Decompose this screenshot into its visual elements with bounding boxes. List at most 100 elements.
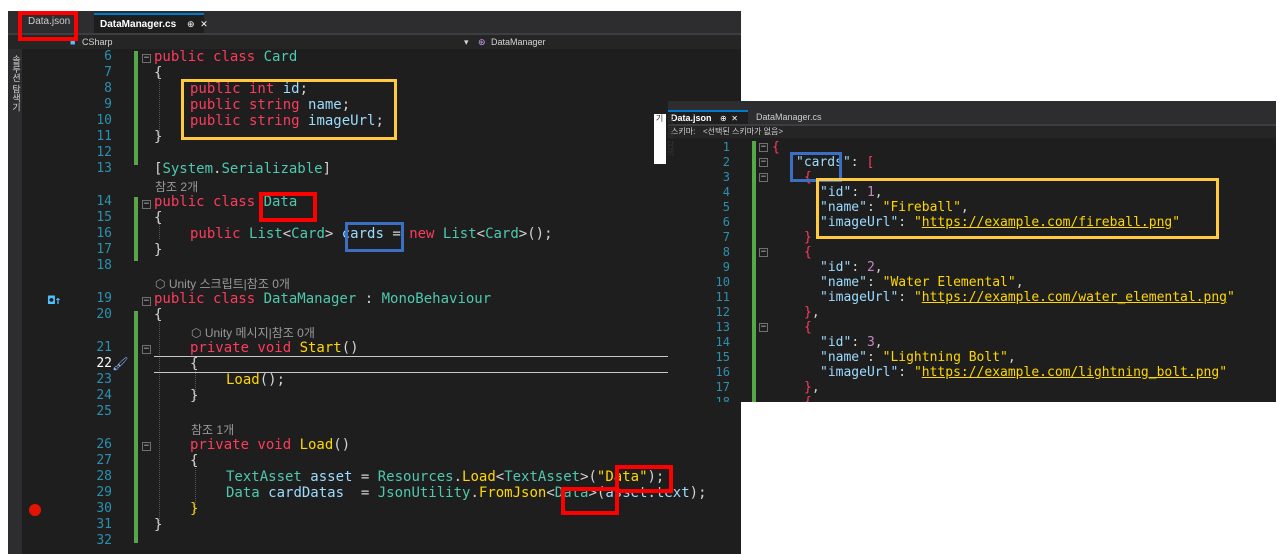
collapse-toggle[interactable]: − [759, 248, 768, 257]
right-solution-explorer-strip[interactable]: 솔루션 탐색기 [654, 114, 675, 164]
line-number: 13 [715, 320, 730, 334]
collapse-toggle[interactable]: − [759, 143, 768, 152]
close-icon[interactable]: ✕ [731, 114, 738, 123]
line-number: 18 [715, 395, 730, 402]
line-number: 3 [722, 170, 730, 184]
line-number: 24 [96, 388, 112, 403]
tab-datamanager-cs[interactable]: DataManager.cs [756, 112, 822, 122]
line-number: 19 [96, 291, 112, 306]
line-number: 2 [722, 155, 730, 169]
schema-dropdown[interactable]: <선택된 스키마가 없음> [703, 126, 783, 138]
annotation-yellow-box [181, 79, 397, 140]
code-line-20: { [154, 307, 163, 323]
tab-label: Data.json [671, 113, 712, 123]
line-number: 12 [96, 145, 112, 160]
collapse-toggle[interactable]: − [142, 442, 151, 451]
code-line-11: } [154, 129, 163, 145]
solution-explorer-strip[interactable]: 솔루션 탐색기 [8, 49, 22, 554]
codelens-ref1[interactable]: 참조 1개 [191, 421, 234, 438]
side-label: 솔루션 탐색기 [655, 114, 675, 157]
line-number: 11 [715, 290, 730, 304]
line-number: 31 [96, 517, 112, 532]
collapse-toggle[interactable]: − [759, 323, 768, 332]
line-number: 16 [715, 365, 730, 379]
line-number: 9 [104, 97, 112, 112]
close-icon[interactable]: ✕ [200, 19, 208, 29]
collapse-toggle[interactable]: − [142, 54, 151, 63]
left-tab-bar: Data.json DataManager.cs ⊕ ✕ [8, 11, 741, 35]
change-bar [134, 51, 138, 165]
line-number: 8 [722, 245, 730, 259]
code-line-21: private void Start() [190, 340, 359, 356]
json-line-12: }, [804, 305, 820, 320]
left-editor-window: Data.json DataManager.cs ⊕ ✕ ■ CSharp ▾ … [8, 11, 741, 554]
change-bar [134, 311, 138, 543]
json-line-8: { [804, 245, 812, 260]
line-number: 10 [715, 275, 730, 289]
chevron-down-icon[interactable]: ▾ [464, 35, 469, 49]
code-line-13: [System.Serializable] [154, 161, 332, 177]
url-link[interactable]: https://example.com/lightning_bolt.png [922, 365, 1219, 380]
url-link[interactable]: https://example.com/water_elemental.png [922, 290, 1227, 305]
json-line-17: }, [804, 380, 820, 395]
line-number: 14 [715, 335, 730, 349]
collapse-toggle[interactable]: − [142, 200, 151, 209]
codelens-unity-msg[interactable]: ⬡ Unity 메시지|참조 0개 [191, 324, 315, 341]
project-dropdown[interactable]: CSharp [82, 35, 113, 49]
code-line-23: Load(); [226, 372, 286, 388]
code-line-26: private void Load() [190, 437, 351, 453]
side-label: 솔루션 탐색기 [11, 55, 21, 112]
tab-datamanager-cs[interactable]: DataManager.cs ⊕ ✕ [94, 13, 208, 33]
collapse-toggle[interactable]: − [142, 345, 151, 354]
line-number: 6 [104, 49, 112, 64]
code-line-6: public class Card [154, 49, 298, 65]
right-tab-bar: Data.json ⊕ ✕ DataManager.cs [668, 101, 1276, 126]
line-number: 28 [96, 469, 112, 484]
member-dropdown[interactable]: DataManager [491, 35, 546, 49]
line-number: 18 [96, 258, 112, 273]
collapse-toggle[interactable]: − [759, 173, 768, 182]
tab-label: DataManager.cs [100, 19, 177, 30]
annotation-yellow-box [816, 178, 1219, 239]
card-item: "id": 3, "name": "Lightning Bolt", "imag… [820, 335, 1228, 380]
line-number: 27 [96, 453, 112, 468]
line-number: 15 [96, 210, 112, 225]
line-number: 11 [96, 129, 112, 144]
line-number: 26 [96, 437, 112, 452]
json-line-13: { [804, 320, 812, 335]
code-line-19: public class DataManager : MonoBehaviour [154, 291, 492, 307]
json-line-7: } [804, 230, 812, 245]
line-number: 23 [96, 372, 112, 387]
pin-icon[interactable]: ⊕ [720, 114, 727, 123]
json-line-18: { [804, 395, 812, 402]
tab-label: DataManager.cs [756, 112, 822, 122]
code-line-22: { [190, 356, 199, 372]
collapse-toggle[interactable]: − [759, 158, 768, 167]
pin-icon[interactable]: ⊕ [187, 19, 195, 29]
collapse-toggle[interactable]: − [142, 297, 151, 306]
tab-data-json[interactable]: Data.json ⊕ ✕ [668, 110, 748, 124]
unity-icon: ⬡ [191, 326, 202, 340]
code-line-28: TextAsset asset = Resources.Load<TextAss… [226, 469, 665, 485]
line-number: 32 [96, 533, 112, 548]
change-bar [752, 141, 756, 402]
code-line-15: { [154, 210, 163, 226]
codelens-ref2[interactable]: 참조 2개 [155, 178, 198, 195]
line-number: 6 [722, 215, 730, 229]
class-icon: ⊛ [478, 37, 486, 47]
line-number: 20 [96, 307, 112, 322]
json-line-1: { [772, 140, 780, 155]
codelens-indicator-icon[interactable]: ◘↑ [48, 294, 61, 307]
line-number: 17 [715, 380, 730, 394]
indent-guide [159, 318, 160, 523]
line-number: 9 [722, 260, 730, 274]
line-number: 22 [96, 356, 112, 371]
quick-actions-icon[interactable]: 🖌 [112, 357, 129, 372]
left-nav-bar: ■ CSharp ▾ ⊛ DataManager [8, 35, 741, 49]
line-number: 21 [96, 340, 112, 355]
line-number: 17 [96, 242, 112, 257]
breakpoint-icon[interactable] [29, 504, 41, 516]
line-number: 10 [96, 113, 112, 128]
code-line-17: } [154, 242, 163, 258]
codelens-unity-script[interactable]: ⬡ Unity 스크립트|참조 0개 [155, 275, 290, 292]
